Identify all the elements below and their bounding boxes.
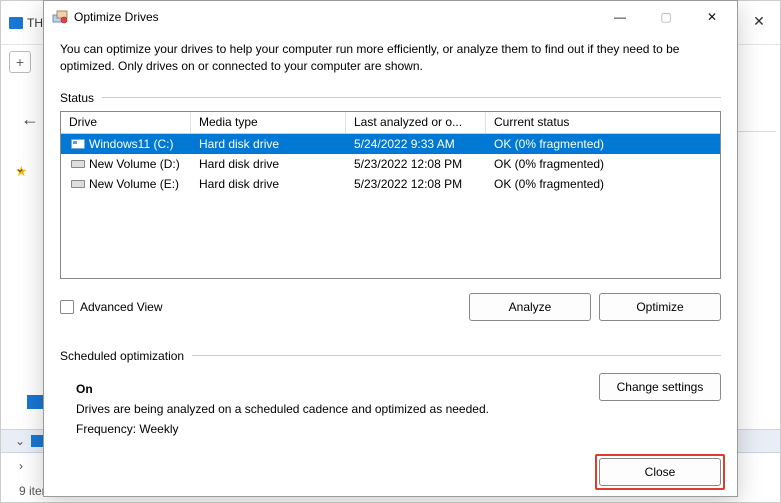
last-analyzed: 5/24/2022 9:33 AM (346, 135, 486, 153)
current-status: OK (0% fragmented) (486, 155, 720, 173)
col-media-type[interactable]: Media type (191, 112, 346, 133)
drive-name: New Volume (E:) (89, 177, 179, 191)
sched-description: Drives are being analyzed on a scheduled… (76, 399, 721, 419)
maximize-button[interactable]: ▢ (643, 2, 689, 32)
tab-label: TH (27, 16, 43, 30)
media-type: Hard disk drive (191, 155, 346, 173)
advanced-view-checkbox[interactable] (60, 300, 74, 314)
close-dialog-button[interactable]: Close (599, 458, 721, 486)
close-button[interactable]: ✕ (689, 2, 735, 32)
os-drive-icon (69, 139, 87, 149)
chevron-down-icon: ⌄ (15, 434, 25, 448)
minimize-button[interactable]: — (597, 2, 643, 32)
media-type: Hard disk drive (191, 175, 346, 193)
close-button[interactable]: ✕ (744, 9, 774, 33)
drives-table: Drive Media type Last analyzed or o... C… (60, 111, 721, 279)
optimize-drives-dialog: Optimize Drives — ▢ ✕ You can optimize y… (43, 0, 738, 497)
table-row[interactable]: New Volume (E:) Hard disk drive5/23/2022 … (61, 174, 720, 194)
pc-icon (9, 17, 23, 29)
current-status: OK (0% fragmented) (486, 135, 720, 153)
table-row[interactable]: New Volume (D:) Hard disk drive5/23/2022 … (61, 154, 720, 174)
table-row[interactable]: Windows11 (C:) Hard disk drive5/24/2022 9… (61, 134, 720, 154)
status-section-label: Status (44, 87, 737, 111)
col-last-analyzed[interactable]: Last analyzed or o... (346, 112, 486, 133)
status-label: Status (60, 91, 102, 105)
col-current-status[interactable]: Current status (486, 112, 720, 133)
last-analyzed: 5/23/2022 12:08 PM (346, 155, 486, 173)
sched-frequency: Frequency: Weekly (76, 419, 721, 439)
optimize-button[interactable]: Optimize (599, 293, 721, 321)
current-status: OK (0% fragmented) (486, 175, 720, 193)
new-tab-button[interactable]: + (9, 51, 31, 73)
media-type: Hard disk drive (191, 135, 346, 153)
back-icon[interactable]: ← (21, 109, 39, 130)
chevron-down-icon[interactable]: ⌄ (15, 161, 25, 175)
sched-section-label: Scheduled optimization (44, 345, 737, 369)
hdd-icon (69, 180, 87, 188)
change-settings-button[interactable]: Change settings (599, 373, 721, 401)
last-analyzed: 5/23/2022 12:08 PM (346, 175, 486, 193)
optimize-drives-icon (52, 9, 68, 25)
analyze-button[interactable]: Analyze (469, 293, 591, 321)
window-title: Optimize Drives (74, 10, 159, 24)
drive-name: Windows11 (C:) (89, 137, 173, 151)
col-drive[interactable]: Drive (61, 112, 191, 133)
hdd-icon (69, 160, 87, 168)
titlebar[interactable]: Optimize Drives — ▢ ✕ (44, 1, 737, 33)
chevron-right-icon: › (19, 459, 23, 473)
table-header: Drive Media type Last analyzed or o... C… (61, 112, 720, 134)
explorer-tab[interactable]: TH (9, 16, 43, 30)
drive-name: New Volume (D:) (89, 157, 180, 171)
advanced-view-label: Advanced View (80, 300, 163, 314)
sched-label: Scheduled optimization (60, 349, 192, 363)
description-text: You can optimize your drives to help you… (44, 33, 737, 87)
